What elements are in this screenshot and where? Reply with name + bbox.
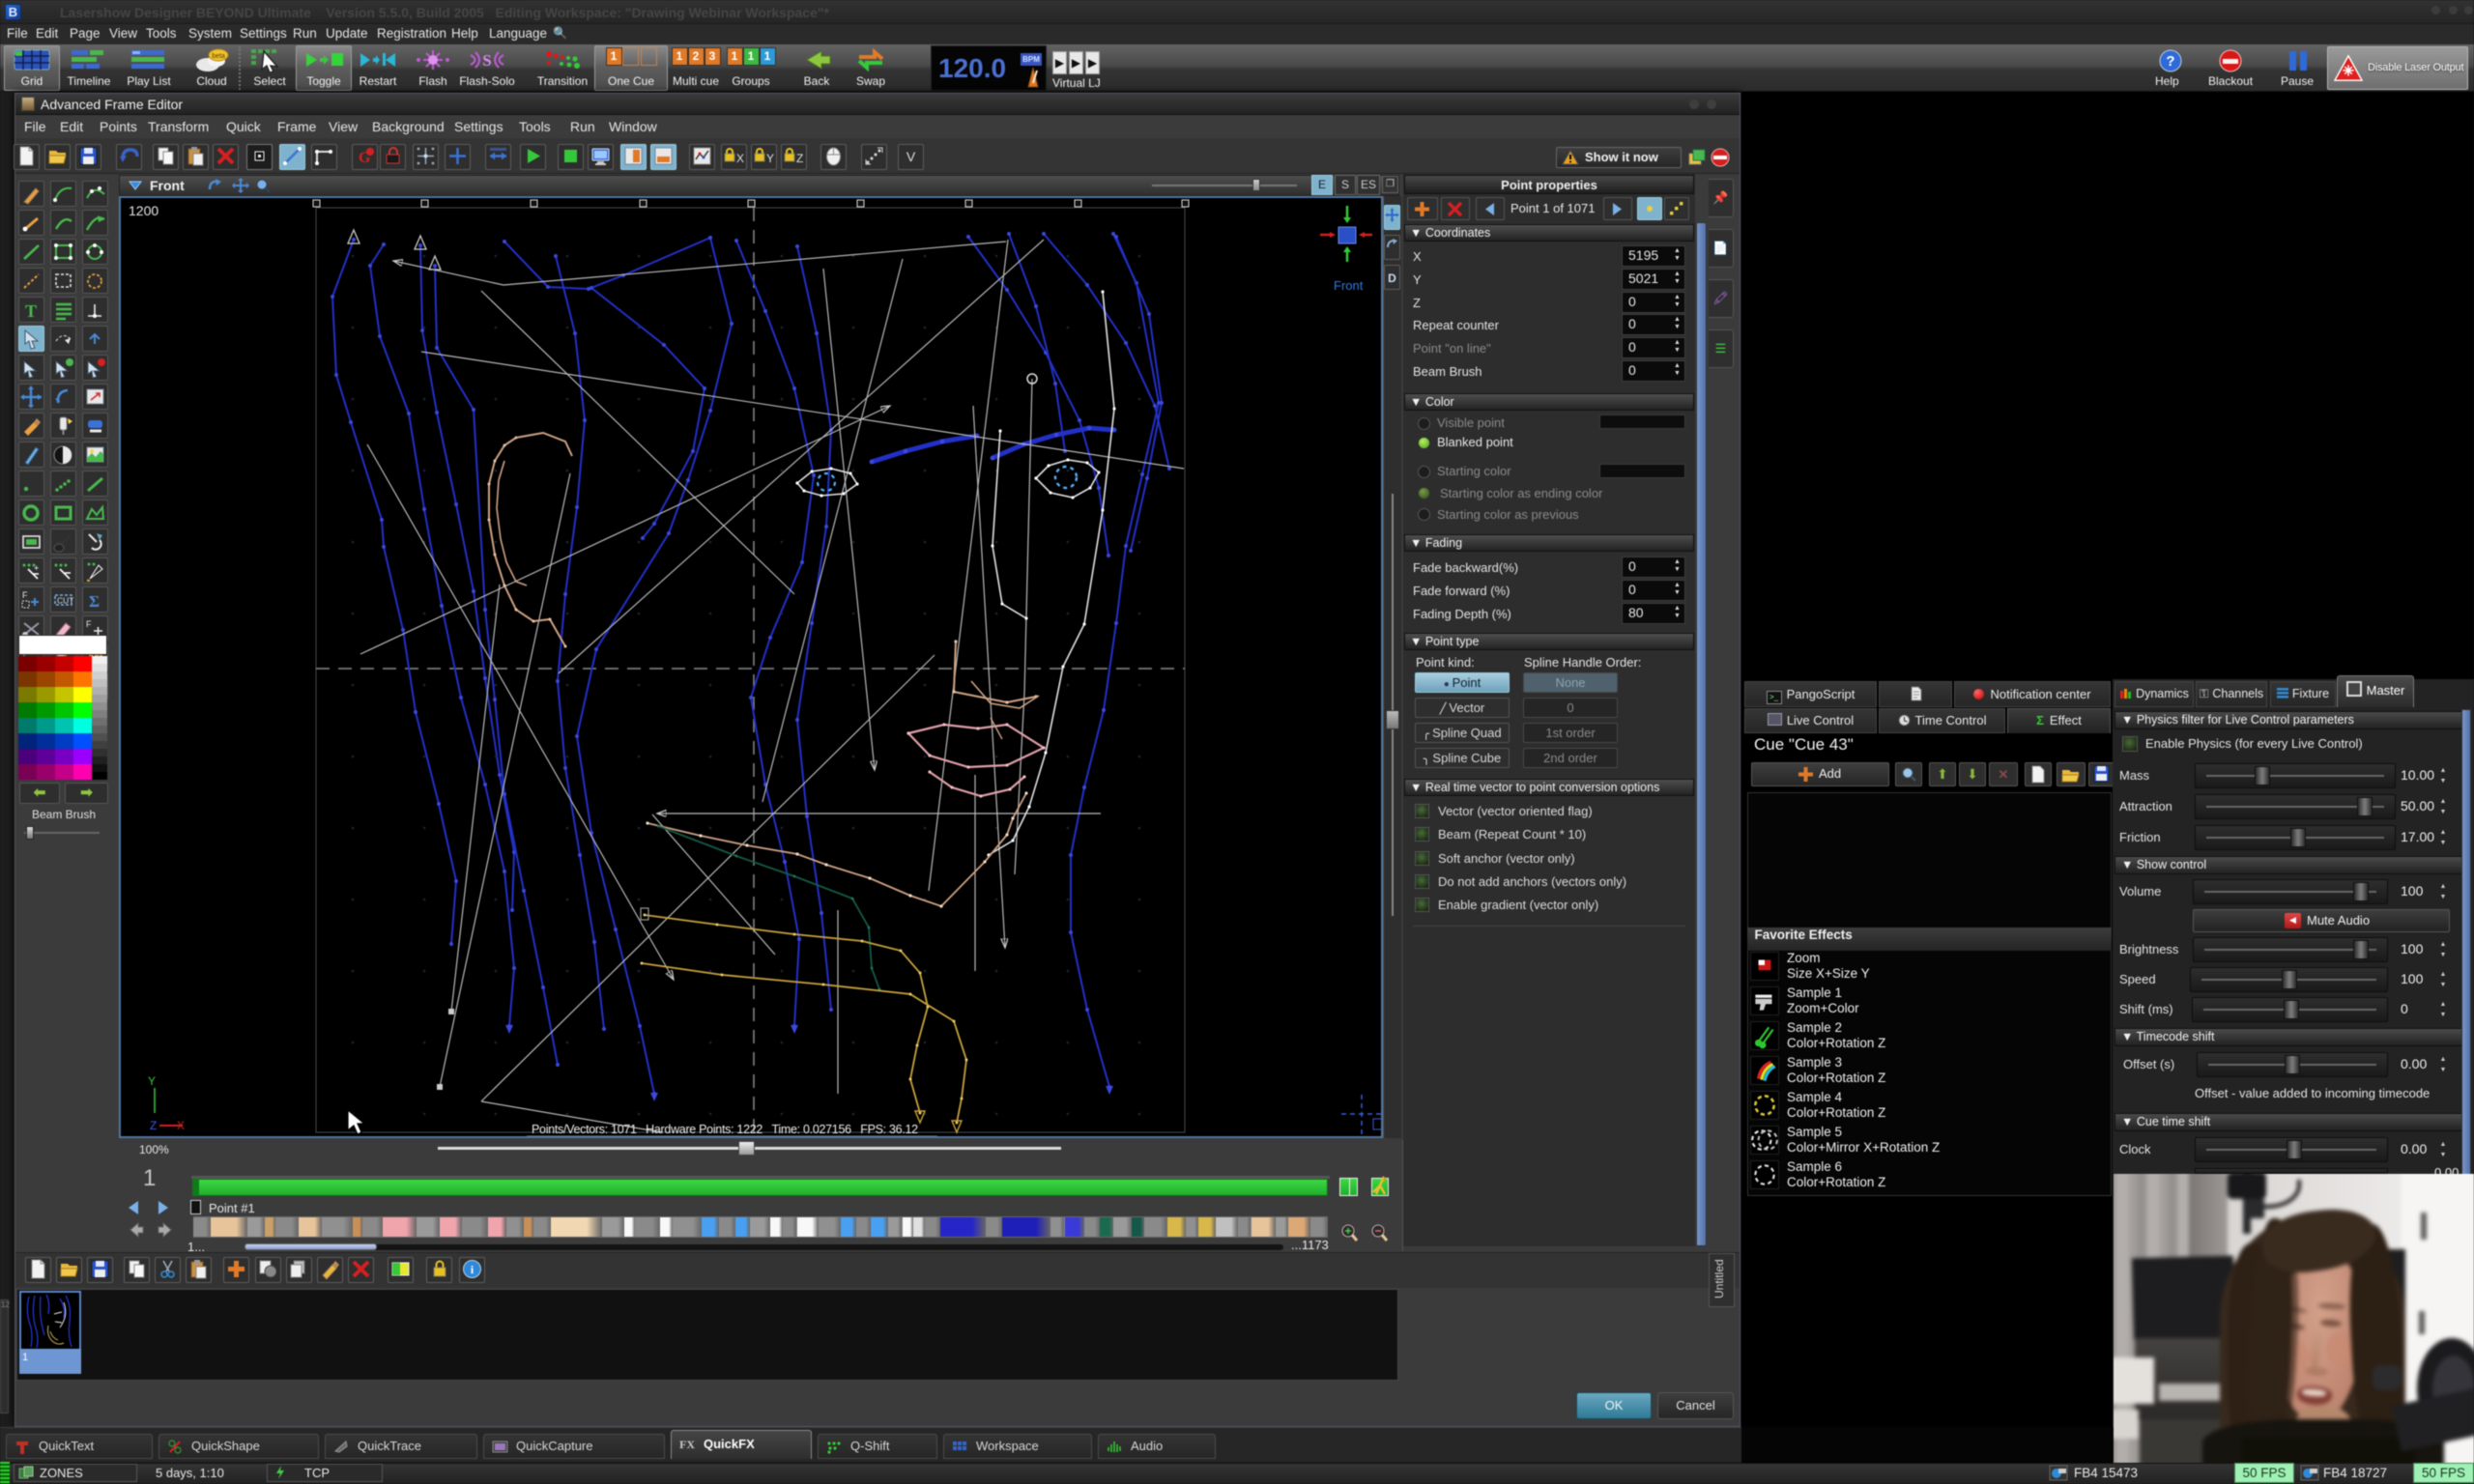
svg-text:CUT: CUT bbox=[57, 596, 73, 606]
svg-text:Z: Z bbox=[796, 152, 803, 165]
svg-text:Y: Y bbox=[148, 1074, 156, 1088]
svg-text:F: F bbox=[86, 619, 92, 629]
svg-text:Σ: Σ bbox=[89, 592, 100, 611]
svg-text:T: T bbox=[25, 301, 37, 321]
svg-text:?: ? bbox=[2166, 53, 2174, 70]
svg-text:F: F bbox=[22, 590, 28, 600]
svg-text:Front: Front bbox=[1334, 278, 1364, 293]
svg-text:1200: 1200 bbox=[129, 203, 158, 218]
svg-text:+: + bbox=[34, 563, 39, 573]
svg-text:beta: beta bbox=[212, 53, 225, 60]
svg-text:X: X bbox=[177, 1119, 185, 1132]
svg-text:X: X bbox=[736, 152, 744, 165]
svg-text:Points/Vectors: 1071 Hardwar: Points/Vectors: 1071 Hardware Points: 12… bbox=[532, 1123, 918, 1136]
svg-text:Y: Y bbox=[766, 152, 774, 165]
svg-text:Z: Z bbox=[150, 1119, 157, 1132]
svg-text:FX: FX bbox=[679, 1438, 695, 1451]
svg-text:S: S bbox=[482, 51, 491, 70]
